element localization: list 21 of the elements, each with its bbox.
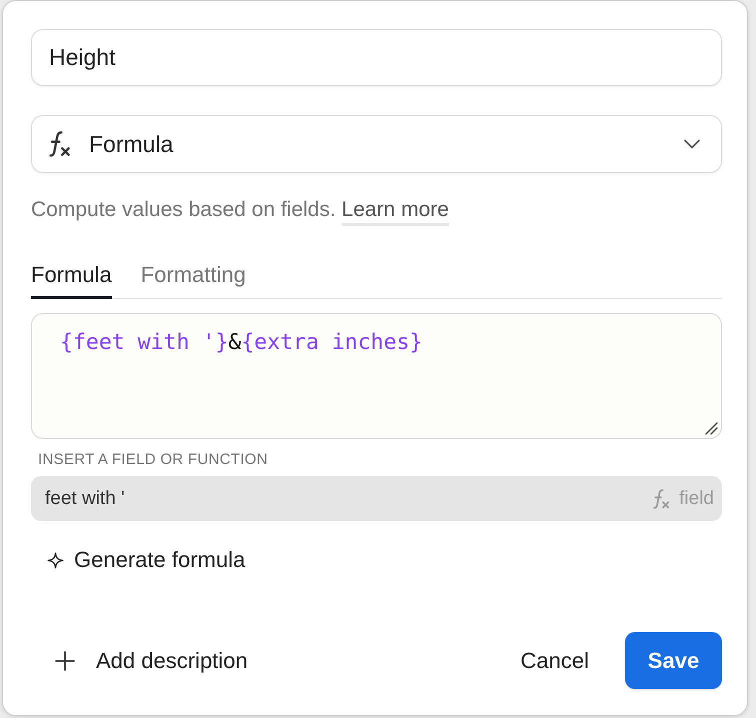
generate-formula-button[interactable]: Generate formula [31,547,262,573]
name-field[interactable]: Height [31,29,722,86]
tab[interactable]: Formatting [140,262,246,299]
cancel-button[interactable]: Cancel [520,648,589,674]
suggestion-type-label: field [679,488,714,510]
add-description-button[interactable]: Add description [31,648,248,674]
suggestion-item[interactable]: feet with ' field [31,476,722,521]
function-icon [653,488,670,508]
suggestion-name: feet with ' [45,488,125,510]
section-heading: INSERT A FIELD OR FUNCTION [37,451,268,468]
plus-icon [55,650,75,670]
field-type-dropdown[interactable]: Formula [31,115,722,173]
helper-text: Compute values based on fields. Learn more [31,196,722,226]
formula-input[interactable]: {feet with '}&{extra inches} [31,313,722,439]
sparkle-icon [47,552,64,568]
tab[interactable]: Formula [31,262,112,299]
chevron-down-icon [684,139,700,149]
resize-handle-icon [704,421,718,435]
function-icon [49,131,71,157]
learn-more-link[interactable]: Learn more [342,197,449,226]
save-button[interactable]: Save [625,632,722,689]
